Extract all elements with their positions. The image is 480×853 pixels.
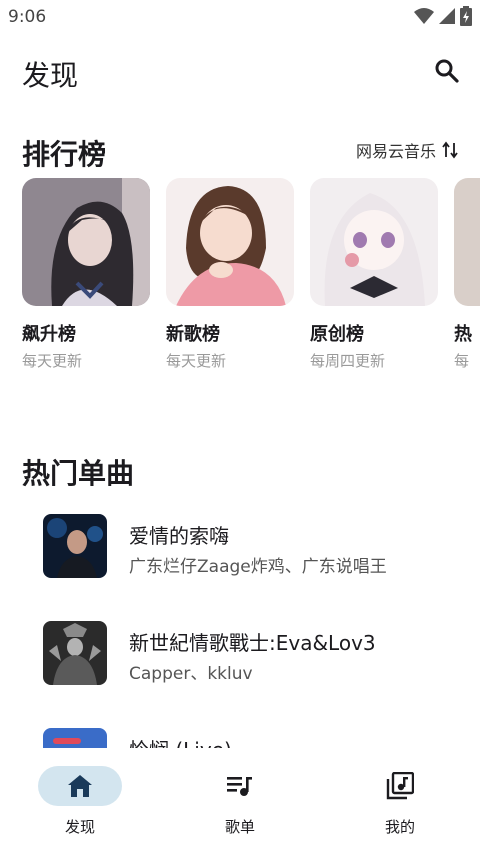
- song-title: 爱情的索嗨: [129, 524, 229, 548]
- song-cover-image: [43, 514, 107, 578]
- wifi-icon: [414, 8, 434, 24]
- nav-label: 发现: [64, 818, 95, 836]
- ranking-name: 新歌榜: [166, 324, 220, 345]
- ranking-cover-image: [22, 178, 150, 306]
- ranking-card-partial[interactable]: 热 每: [454, 178, 480, 371]
- hot-songs-list: 爱情的索嗨 广东烂仔Zaage炸鸡、广东说唱王 新世紀情歌戰士:Eva&Lov3…: [0, 500, 480, 748]
- song-title: 怜悯 (Live): [129, 734, 232, 748]
- ranking-cover-image: [454, 178, 480, 306]
- song-row[interactable]: 爱情的索嗨 广东烂仔Zaage炸鸡、广东说唱王: [0, 500, 480, 590]
- ranking-name: 飙升榜: [22, 324, 76, 345]
- song-artist: 广东烂仔Zaage炸鸡、广东说唱王: [129, 557, 387, 577]
- search-button[interactable]: [432, 56, 462, 86]
- ranking-card-original[interactable]: 原创榜 每周四更新: [310, 178, 438, 371]
- nav-active-indicator: [38, 766, 122, 806]
- source-switch-button[interactable]: 网易云音乐: [356, 138, 458, 162]
- ranking-name: 原创榜: [310, 324, 364, 345]
- battery-icon: [460, 6, 472, 26]
- song-cover-image: [43, 621, 107, 685]
- ranking-cover-image: [310, 178, 438, 306]
- hot-songs-title: 热门单曲: [22, 457, 135, 490]
- song-cover-image: [43, 728, 107, 748]
- status-time: 9:06: [8, 7, 47, 27]
- rankings-title: 排行榜: [22, 138, 107, 171]
- ranking-update: 每周四更新: [310, 352, 386, 370]
- song-row[interactable]: 新世紀情歌戰士:Eva&Lov3 Capper、kkluv: [0, 607, 480, 697]
- swap-vertical-icon: [442, 141, 458, 159]
- playlist-icon: [227, 777, 252, 796]
- page-title: 发现: [22, 59, 79, 92]
- app-header: 发现: [0, 48, 480, 96]
- nav-label: 歌单: [224, 818, 255, 836]
- ranking-cover-image: [166, 178, 294, 306]
- nav-label: 我的: [384, 818, 415, 836]
- nav-item-playlists[interactable]: 歌单: [180, 766, 300, 837]
- library-music-icon: [386, 772, 414, 800]
- nav-pill: [198, 766, 282, 806]
- status-bar: 9:06: [0, 0, 480, 34]
- ranking-card-soaring[interactable]: 飙升榜 每天更新: [22, 178, 150, 371]
- ranking-update: 每天更新: [22, 352, 83, 370]
- rankings-carousel[interactable]: 飙升榜 每天更新 新歌榜 每天更新 原创榜 每周四更新 热 每: [22, 178, 480, 378]
- bottom-navigation: 发现 歌单 我的: [0, 748, 480, 853]
- song-row[interactable]: 怜悯 (Live): [0, 714, 480, 748]
- ranking-name: 热: [454, 324, 472, 345]
- nav-item-mine[interactable]: 我的: [340, 766, 460, 837]
- nav-item-discover[interactable]: 发现: [20, 766, 140, 837]
- home-icon: [68, 775, 92, 797]
- signal-icon: [439, 8, 455, 24]
- song-artist: Capper、kkluv: [129, 664, 253, 684]
- ranking-update: 每: [454, 352, 470, 370]
- source-label: 网易云音乐: [355, 142, 436, 161]
- song-title: 新世紀情歌戰士:Eva&Lov3: [129, 631, 376, 655]
- ranking-update: 每天更新: [166, 352, 227, 370]
- nav-pill: [358, 766, 442, 806]
- search-icon: [435, 59, 459, 83]
- ranking-card-new-songs[interactable]: 新歌榜 每天更新: [166, 178, 294, 371]
- status-icons: [414, 6, 472, 26]
